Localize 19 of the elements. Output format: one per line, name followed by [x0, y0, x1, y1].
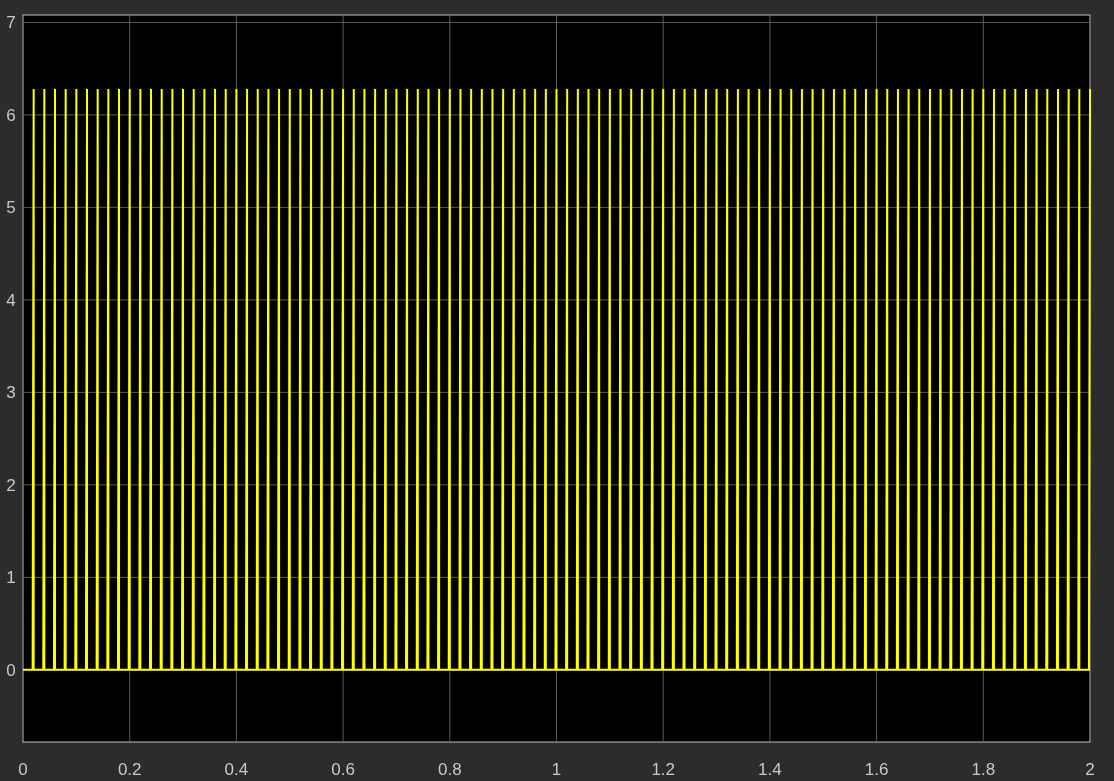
x-tick-label: 1	[551, 760, 562, 779]
y-tick-label: 0	[6, 660, 16, 680]
y-tick-label: 2	[6, 475, 16, 495]
x-tick-label: 1.4	[758, 760, 782, 779]
x-tick-label: 0.6	[331, 760, 355, 779]
x-tick-label: 0.4	[224, 760, 249, 779]
x-tick-label: 0.2	[117, 760, 142, 779]
x-tick-label: 1.8	[971, 760, 996, 779]
y-tick-label: 1	[6, 568, 16, 588]
y-tick-label: 7	[6, 13, 16, 33]
y-tick-label: 5	[6, 198, 16, 218]
x-tick-label: 1.6	[864, 760, 889, 779]
x-tick-label: 2	[1085, 760, 1095, 779]
x-tick-label: 1.2	[651, 760, 675, 779]
y-tick-label: 3	[6, 383, 16, 403]
y-tick-label: 4	[6, 290, 16, 310]
x-tick-label: 0	[18, 760, 28, 779]
x-tick-label: 0.8	[438, 760, 462, 779]
y-tick-label: 6	[6, 105, 16, 125]
